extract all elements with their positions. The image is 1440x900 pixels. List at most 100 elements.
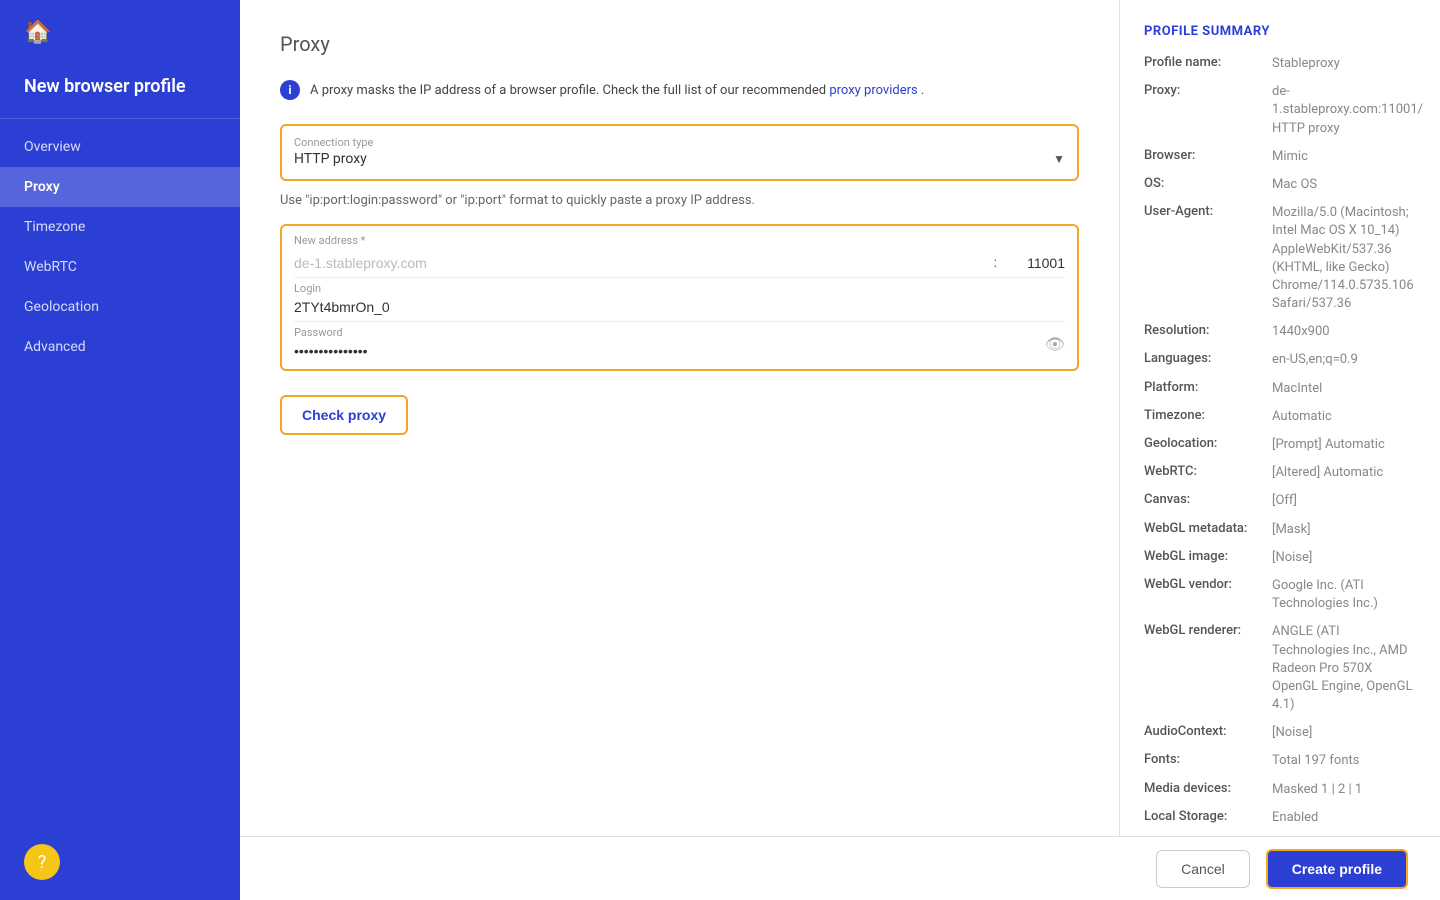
sidebar-item-webrtc[interactable]: WebRTC [0, 247, 240, 287]
cancel-button[interactable]: Cancel [1156, 850, 1250, 888]
sidebar-item-advanced[interactable]: Advanced [0, 327, 240, 367]
summary-value: Stableproxy [1272, 55, 1416, 73]
summary-key: User-Agent: [1144, 204, 1264, 313]
summary-value: MacIntel [1272, 380, 1416, 398]
proxy-fields-group: New address * : Login [280, 224, 1079, 371]
connection-type-value[interactable]: HTTP proxy ▼ [294, 149, 1065, 169]
summary-value: Total 197 fonts [1272, 752, 1416, 770]
summary-row: WebGL metadata: [Mask] [1144, 521, 1416, 539]
sidebar-title: New browser profile [24, 75, 216, 98]
address-port-input[interactable] [1005, 255, 1065, 271]
sidebar-item-overview[interactable]: Overview [0, 127, 240, 167]
password-row: Password 👁 [282, 322, 1077, 365]
summary-key: WebGL vendor: [1144, 577, 1264, 613]
address-input-row: : [282, 249, 1077, 277]
summary-row: WebGL renderer: ANGLE (ATI Technologies … [1144, 623, 1416, 714]
summary-key: WebRTC: [1144, 464, 1264, 482]
sidebar-support: ? [0, 824, 240, 900]
summary-key: Fonts: [1144, 752, 1264, 770]
form-section: Proxy i A proxy masks the IP address of … [240, 0, 1120, 836]
summary-row: Geolocation: [Prompt] Automatic [1144, 436, 1416, 454]
summary-value: Google Inc. (ATI Technologies Inc.) [1272, 577, 1416, 613]
summary-key: Browser: [1144, 148, 1264, 166]
summary-row: OS: Mac OS [1144, 176, 1416, 194]
login-input[interactable] [294, 297, 1065, 317]
summary-value: en-US,en;q=0.9 [1272, 351, 1416, 369]
summary-key: Media devices: [1144, 781, 1264, 799]
sidebar-item-geolocation[interactable]: Geolocation [0, 287, 240, 327]
summary-value: [Noise] [1272, 724, 1416, 742]
summary-value: de-1.stableproxy.com:11001/ HTTP proxy [1272, 83, 1423, 138]
summary-row: Canvas: [Off] [1144, 492, 1416, 510]
address-label: New address * [294, 234, 1065, 247]
summary-key: Timezone: [1144, 408, 1264, 426]
password-input[interactable] [294, 341, 1065, 361]
summary-value: Mozilla/5.0 (Macintosh; Intel Mac OS X 1… [1272, 204, 1416, 313]
proxy-providers-link[interactable]: proxy providers [829, 83, 917, 98]
summary-key: Languages: [1144, 351, 1264, 369]
content-area: Proxy i A proxy masks the IP address of … [240, 0, 1440, 836]
sidebar-item-timezone[interactable]: Timezone [0, 207, 240, 247]
footer: Cancel Create profile [240, 836, 1440, 900]
summary-panel: PROFILE SUMMARY Profile name: Stableprox… [1120, 0, 1440, 836]
summary-value: Mac OS [1272, 176, 1416, 194]
summary-key: Canvas: [1144, 492, 1264, 510]
home-icon: 🏠 [24, 20, 51, 45]
summary-title: PROFILE SUMMARY [1144, 24, 1416, 39]
summary-row: Resolution: 1440x900 [1144, 323, 1416, 341]
login-label: Login [294, 282, 1065, 295]
summary-row: WebGL vendor: Google Inc. (ATI Technolog… [1144, 577, 1416, 613]
page-title: Proxy [280, 32, 1079, 56]
summary-row: WebGL image: [Noise] [1144, 549, 1416, 567]
summary-row: Languages: en-US,en;q=0.9 [1144, 351, 1416, 369]
connection-type-select[interactable]: Connection type HTTP proxy ▼ [282, 130, 1077, 175]
check-proxy-button[interactable]: Check proxy [280, 395, 408, 435]
summary-value: [Mask] [1272, 521, 1416, 539]
address-row: New address * : [282, 230, 1077, 277]
summary-value: Automatic [1272, 408, 1416, 426]
summary-row: Browser: Mimic [1144, 148, 1416, 166]
password-toggle-icon[interactable]: 👁 [1045, 334, 1065, 353]
address-host-input[interactable] [294, 255, 986, 271]
format-hint: Use "ip:port:login:password" or "ip:port… [280, 193, 1079, 208]
summary-value: Mimic [1272, 148, 1416, 166]
support-icon[interactable]: ? [24, 844, 60, 880]
sidebar-nav: Overview Proxy Timezone WebRTC Geolocati… [0, 119, 240, 824]
summary-rows: Profile name: Stableproxy Proxy: de-1.st… [1144, 55, 1416, 836]
select-arrow-icon: ▼ [1053, 152, 1065, 166]
summary-row: AudioContext: [Noise] [1144, 724, 1416, 742]
sidebar-item-proxy[interactable]: Proxy [0, 167, 240, 207]
info-banner: i A proxy masks the IP address of a brow… [280, 80, 1079, 100]
create-profile-button[interactable]: Create profile [1266, 849, 1408, 889]
summary-row: Local Storage: Enabled [1144, 809, 1416, 827]
summary-key: OS: [1144, 176, 1264, 194]
sidebar-home[interactable]: 🏠 [0, 0, 240, 65]
summary-value: ANGLE (ATI Technologies Inc., AMD Radeon… [1272, 623, 1416, 714]
summary-row: User-Agent: Mozilla/5.0 (Macintosh; Inte… [1144, 204, 1416, 313]
summary-key: AudioContext: [1144, 724, 1264, 742]
summary-value: Masked 1 | 2 | 1 [1272, 781, 1416, 799]
summary-key: Platform: [1144, 380, 1264, 398]
summary-key: WebGL metadata: [1144, 521, 1264, 539]
summary-value: [Altered] Automatic [1272, 464, 1416, 482]
summary-row: Platform: MacIntel [1144, 380, 1416, 398]
summary-row: Timezone: Automatic [1144, 408, 1416, 426]
summary-value: Enabled [1272, 809, 1416, 827]
summary-key: Resolution: [1144, 323, 1264, 341]
summary-key: Profile name: [1144, 55, 1264, 73]
summary-key: Geolocation: [1144, 436, 1264, 454]
password-label: Password [294, 326, 1065, 339]
summary-row: Profile name: Stableproxy [1144, 55, 1416, 73]
address-colon: : [994, 255, 997, 271]
summary-value: 1440x900 [1272, 323, 1416, 341]
main: Proxy i A proxy masks the IP address of … [240, 0, 1440, 900]
connection-type-group: Connection type HTTP proxy ▼ [280, 124, 1079, 181]
summary-key: Proxy: [1144, 83, 1264, 138]
info-text: A proxy masks the IP address of a browse… [310, 83, 924, 98]
info-icon: i [280, 80, 300, 100]
summary-row: WebRTC: [Altered] Automatic [1144, 464, 1416, 482]
summary-value: [Off] [1272, 492, 1416, 510]
summary-value: [Prompt] Automatic [1272, 436, 1416, 454]
summary-key: WebGL image: [1144, 549, 1264, 567]
connection-type-label: Connection type [294, 136, 1065, 149]
